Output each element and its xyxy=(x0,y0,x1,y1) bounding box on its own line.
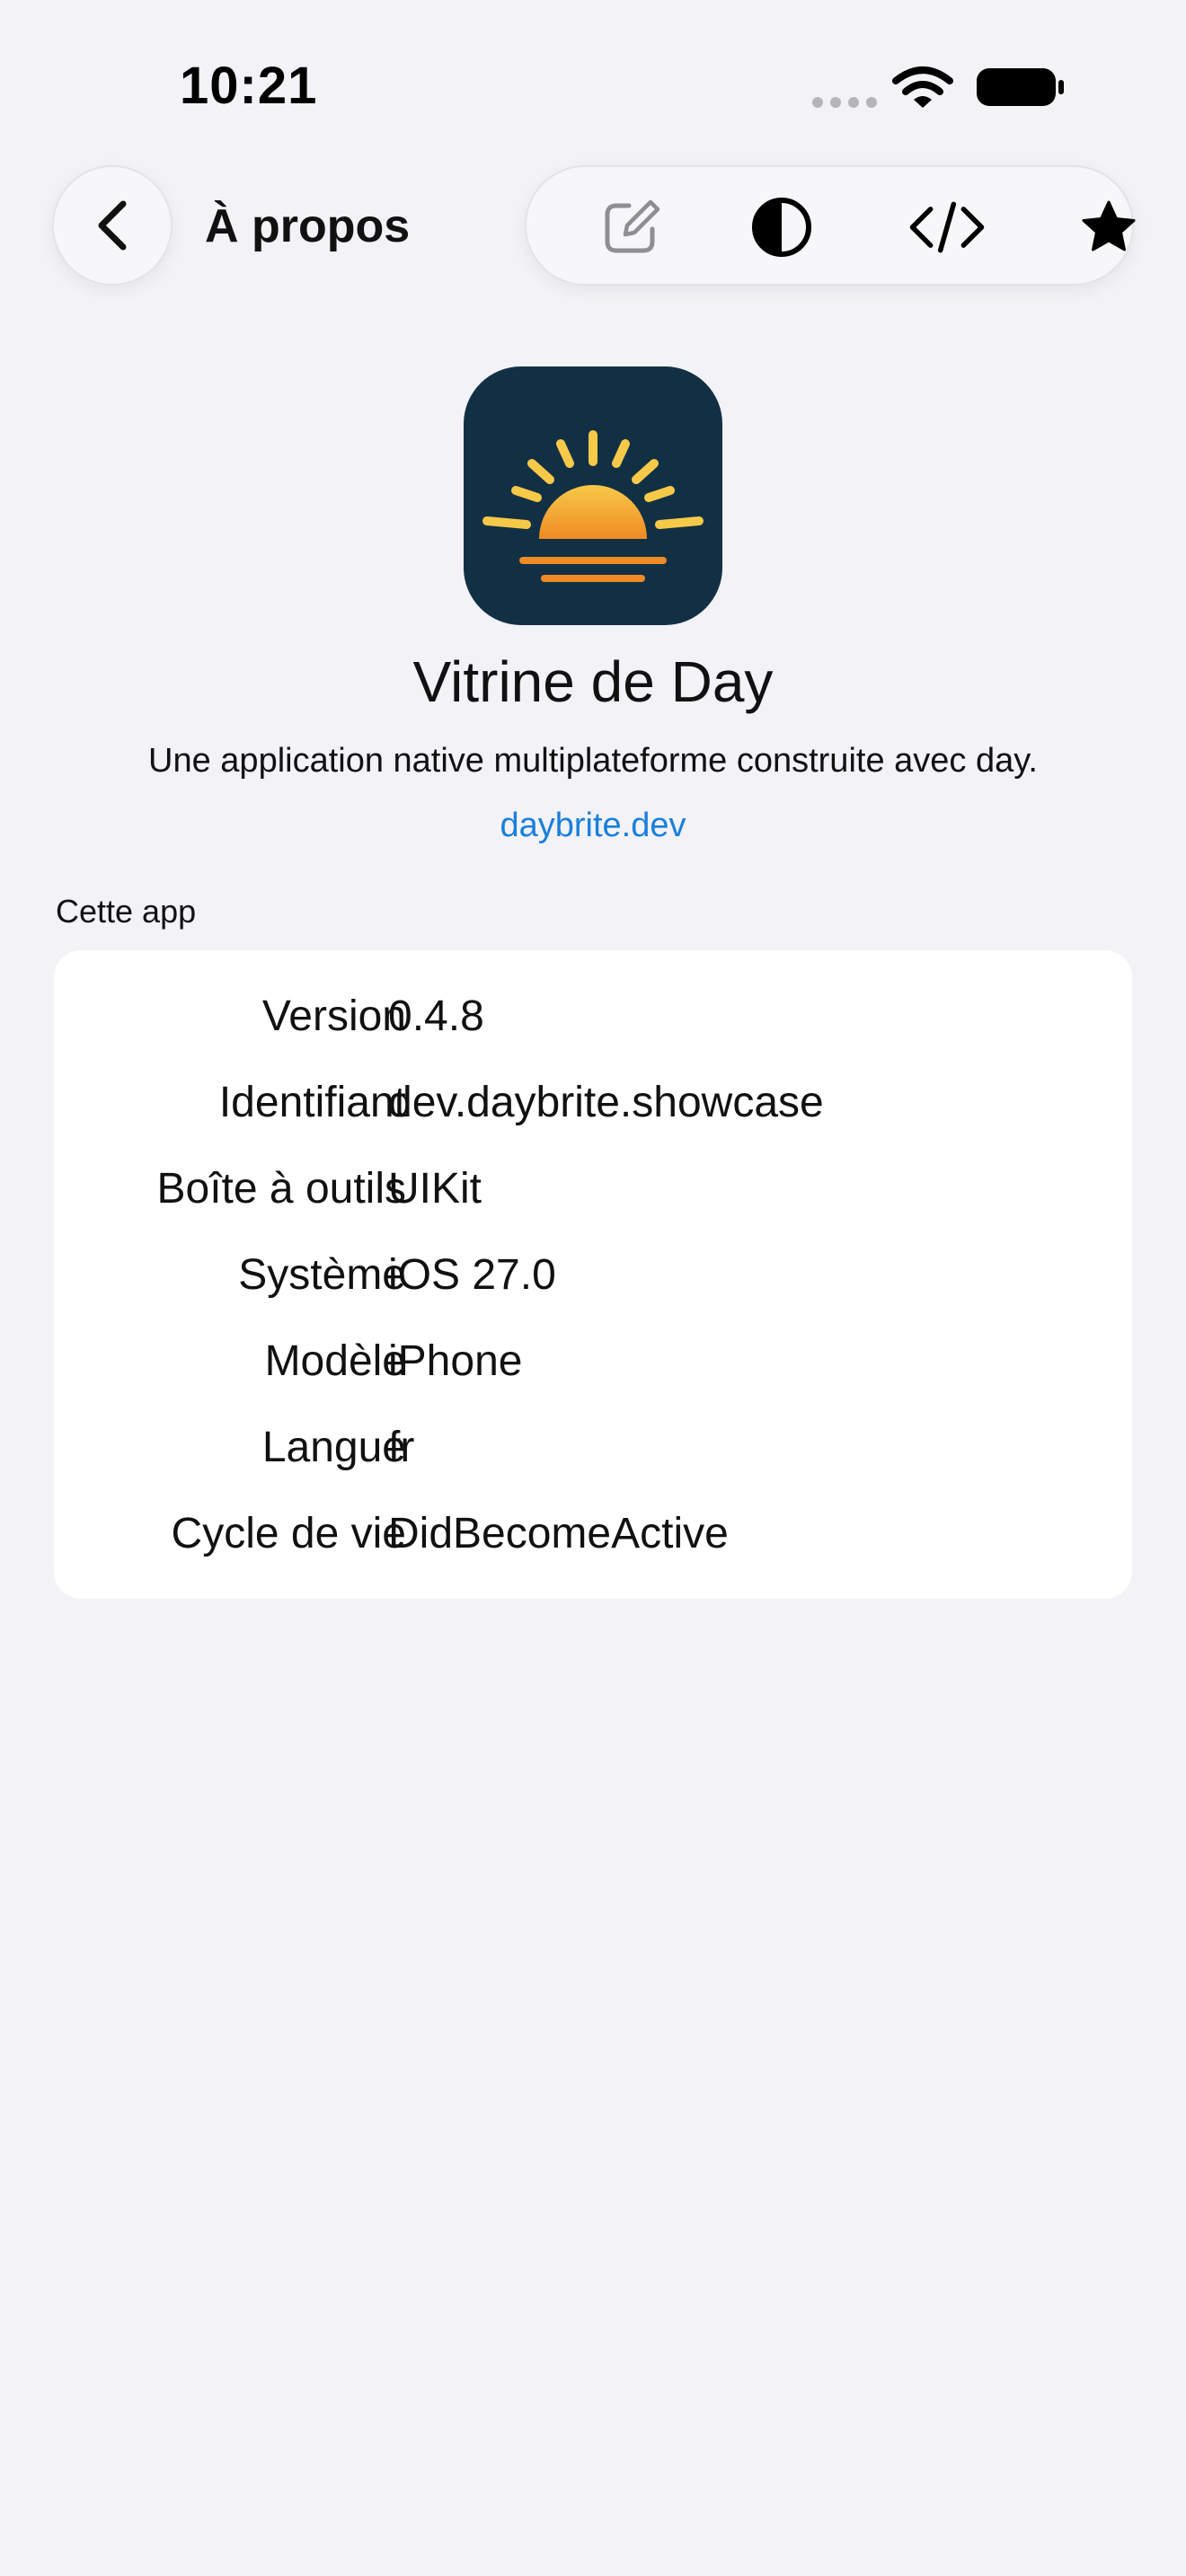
code-icon xyxy=(909,201,985,253)
edit-icon xyxy=(605,199,660,253)
info-label: Version xyxy=(261,992,406,1040)
info-value: 0.4.8 xyxy=(388,992,484,1040)
info-row-identifier: Identifiant dev.daybrite.showcase xyxy=(54,1060,1132,1146)
wifi-icon xyxy=(892,66,953,108)
status-time: 10:21 xyxy=(180,57,318,115)
info-row-lifecycle: Cycle de vie DidBecomeActive xyxy=(54,1491,1132,1577)
signal-dots-icon xyxy=(812,97,877,108)
info-label: Identifiant xyxy=(218,1079,406,1126)
app-icon xyxy=(464,366,722,625)
info-card: Version 0.4.8 Identifiant dev.daybrite.s… xyxy=(54,950,1132,1599)
status-bar: 10:21 xyxy=(0,0,1186,171)
info-value: iOS 27.0 xyxy=(388,1251,556,1299)
info-label: Langue xyxy=(261,1424,406,1471)
toolbar xyxy=(525,165,1136,286)
info-row-version: Version 0.4.8 xyxy=(54,974,1132,1060)
sunrise-icon xyxy=(482,430,704,582)
back-button[interactable] xyxy=(52,165,173,286)
battery-icon xyxy=(977,68,1064,106)
code-button[interactable] xyxy=(907,188,987,267)
contrast-icon xyxy=(752,198,811,257)
chevron-left-icon xyxy=(98,200,127,251)
info-value: UIKit xyxy=(388,1165,482,1213)
info-label: Modèle xyxy=(264,1337,406,1385)
info-value: dev.daybrite.showcase xyxy=(388,1079,824,1126)
favorite-button[interactable] xyxy=(1069,188,1148,267)
info-row-language: Langue fr xyxy=(54,1405,1132,1491)
app-name: Vitrine de Day xyxy=(412,649,774,714)
star-icon xyxy=(1082,200,1136,251)
info-label: Boîte à outils xyxy=(156,1165,407,1213)
page-title: À propos xyxy=(205,200,411,252)
info-row-model: Modèle iPhone xyxy=(54,1319,1132,1405)
info-label: Système xyxy=(238,1251,406,1299)
info-label: Cycle de vie xyxy=(171,1510,406,1557)
website-link[interactable]: daybrite.dev xyxy=(0,807,1186,845)
contrast-button[interactable] xyxy=(742,188,821,267)
info-value: fr xyxy=(388,1424,415,1471)
info-value: iPhone xyxy=(388,1337,523,1385)
info-row-toolkit: Boîte à outils UIKit xyxy=(54,1146,1132,1232)
edit-button[interactable] xyxy=(591,188,670,267)
info-value: DidBecomeActive xyxy=(388,1510,729,1557)
section-header: Cette app xyxy=(56,893,197,930)
info-row-system: Système iOS 27.0 xyxy=(54,1232,1132,1319)
app-description: Une application native multiplateforme c… xyxy=(148,742,1038,780)
